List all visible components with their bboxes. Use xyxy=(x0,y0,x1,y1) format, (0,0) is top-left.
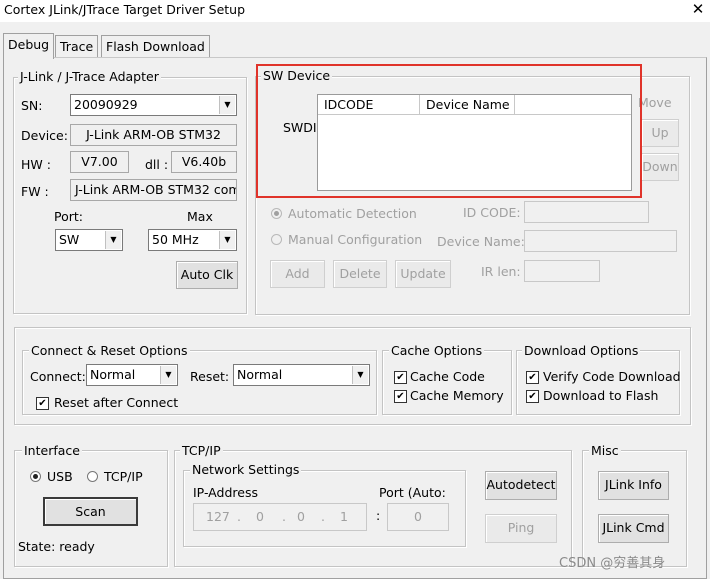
device-name-input[interactable] xyxy=(524,230,677,252)
max-value: 50 MHz xyxy=(152,232,199,247)
move-up-button[interactable]: Up xyxy=(641,119,679,147)
reset-label: Reset: xyxy=(190,369,230,384)
sn-label: SN: xyxy=(21,98,43,113)
cache-code-checkbox[interactable]: ✔ xyxy=(394,371,407,384)
chevron-down-icon: ▼ xyxy=(219,96,235,114)
close-icon[interactable]: ✕ xyxy=(688,0,708,18)
tcpip-legend: TCP/IP xyxy=(180,443,223,458)
port-value: SW xyxy=(59,232,80,247)
ip-octet-3: 0 xyxy=(297,509,305,524)
scan-button[interactable]: Scan xyxy=(43,497,138,526)
device-label: Device: xyxy=(21,128,68,143)
verify-download-label: Verify Code Download xyxy=(543,369,681,384)
auto-detection-radio[interactable] xyxy=(271,208,282,219)
watermark-text: CSDN @穷善其身 xyxy=(559,556,666,571)
ip-dot: . xyxy=(321,509,325,524)
ping-button[interactable]: Ping xyxy=(485,514,557,543)
device-name-label: Device Name: xyxy=(437,234,525,249)
move-down-button[interactable]: Down xyxy=(641,153,679,181)
misc-group xyxy=(582,450,687,567)
fw-label: FW : xyxy=(21,184,49,199)
highlight-box xyxy=(256,64,642,198)
sn-select[interactable]: 20090929 ▼ xyxy=(70,94,237,116)
chevron-down-icon: ▼ xyxy=(352,366,368,384)
usb-label: USB xyxy=(47,469,73,484)
connect-select[interactable]: Normal ▼ xyxy=(86,364,178,386)
ip-dot: . xyxy=(237,509,241,524)
tab-debug[interactable]: Debug xyxy=(3,33,55,59)
cache-options-legend: Cache Options xyxy=(389,343,485,358)
chevron-down-icon: ▼ xyxy=(219,231,235,249)
tcpip-radio[interactable] xyxy=(87,471,98,482)
autodetect-button[interactable]: Autodetect xyxy=(485,471,557,500)
add-button[interactable]: Add xyxy=(270,260,325,288)
misc-legend: Misc xyxy=(589,443,621,458)
cache-code-label: Cache Code xyxy=(410,369,485,384)
ir-len-input[interactable] xyxy=(524,260,600,282)
cache-memory-checkbox[interactable]: ✔ xyxy=(394,390,407,403)
manual-config-label: Manual Configuration xyxy=(288,232,423,247)
jlink-cmd-button[interactable]: JLink Cmd xyxy=(598,514,669,543)
delete-button[interactable]: Delete xyxy=(333,260,387,288)
tab-trace[interactable]: Trace xyxy=(55,35,99,58)
port-separator: : xyxy=(376,508,381,523)
adapter-legend: J-Link / J-Trace Adapter xyxy=(18,69,161,84)
ip-octet-2: 0 xyxy=(256,509,264,524)
idcode-label: ID CODE: xyxy=(463,205,521,220)
ip-dot: . xyxy=(282,509,286,524)
sn-value: 20090929 xyxy=(74,97,138,112)
chevron-down-icon: ▼ xyxy=(160,366,176,384)
max-label: Max xyxy=(187,209,213,224)
interface-legend: Interface xyxy=(22,443,82,458)
state-text: State: ready xyxy=(18,539,95,554)
download-to-flash-checkbox[interactable]: ✔ xyxy=(526,390,539,403)
download-to-flash-label: Download to Flash xyxy=(543,388,659,403)
reset-after-connect-label: Reset after Connect xyxy=(54,395,179,410)
idcode-input[interactable] xyxy=(524,201,649,223)
tab-flash-download[interactable]: Flash Download xyxy=(101,35,210,58)
usb-radio[interactable] xyxy=(30,471,41,482)
window-title: Cortex JLink/JTrace Target Driver Setup xyxy=(4,2,246,17)
jlink-info-button[interactable]: JLink Info xyxy=(598,471,669,500)
reset-value: Normal xyxy=(237,367,283,382)
fw-field: J-Link ARM-OB STM32 comp xyxy=(70,179,237,201)
reset-select[interactable]: Normal ▼ xyxy=(233,364,370,386)
connect-value: Normal xyxy=(90,367,136,382)
ip-address-label: IP-Address xyxy=(193,485,258,500)
dll-label: dll : xyxy=(145,157,169,172)
tcpip-radio-label: TCP/IP xyxy=(104,469,143,484)
network-settings-legend: Network Settings xyxy=(190,462,302,477)
hw-field: V7.00 xyxy=(70,151,129,173)
connect-reset-legend: Connect & Reset Options xyxy=(29,343,190,358)
ip-octet-4: 1 xyxy=(340,509,348,524)
port-select[interactable]: SW ▼ xyxy=(55,229,123,251)
cache-memory-label: Cache Memory xyxy=(410,388,504,403)
device-field: J-Link ARM-OB STM32 xyxy=(70,124,237,146)
verify-download-checkbox[interactable]: ✔ xyxy=(526,371,539,384)
hw-label: HW : xyxy=(21,157,51,172)
chevron-down-icon: ▼ xyxy=(105,231,121,249)
auto-clk-button[interactable]: Auto Clk xyxy=(176,261,238,289)
port-auto-label: Port (Auto: xyxy=(379,485,446,500)
port-input[interactable]: 0 xyxy=(387,503,449,531)
manual-config-radio[interactable] xyxy=(271,234,282,245)
port-label: Port: xyxy=(54,209,83,224)
download-options-legend: Download Options xyxy=(522,343,641,358)
update-button[interactable]: Update xyxy=(395,260,451,288)
reset-after-connect-checkbox[interactable]: ✔ xyxy=(36,397,49,410)
max-clock-select[interactable]: 50 MHz ▼ xyxy=(148,229,237,251)
ip-address-input[interactable]: 127 . 0 . 0 . 1 xyxy=(193,503,367,531)
auto-detection-label: Automatic Detection xyxy=(288,206,417,221)
move-label: Move xyxy=(638,95,672,110)
ip-octet-1: 127 xyxy=(206,509,230,524)
ir-len-label: IR len: xyxy=(481,264,521,279)
connect-label: Connect: xyxy=(30,369,86,384)
dll-field: V6.40b xyxy=(171,151,237,173)
